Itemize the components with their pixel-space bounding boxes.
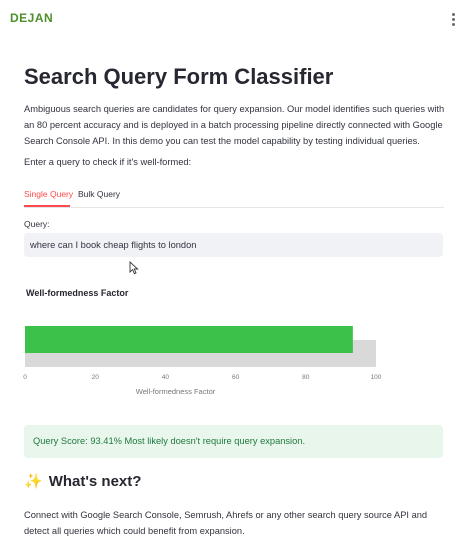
x-tick-label: 20 <box>92 374 100 381</box>
x-tick-label: 100 <box>371 374 382 381</box>
kebab-menu-icon[interactable] <box>452 13 456 27</box>
tab-bulk-query[interactable]: Bulk Query <box>78 189 120 199</box>
query-prompt: Enter a query to check if it's well-form… <box>24 157 192 167</box>
whats-next-paragraph: Connect with Google Search Console, Semr… <box>24 510 428 536</box>
bar-value <box>25 326 353 353</box>
query-label: Query: <box>24 219 50 229</box>
sparkles-icon: ✨ <box>24 473 43 490</box>
top-bar: DEJAN <box>0 0 474 36</box>
result-alert: Query Score: 93.41% Most likely doesn't … <box>24 425 443 458</box>
chart-title: Well-formedness Factor <box>26 288 129 298</box>
x-tick-label: 40 <box>162 374 170 381</box>
x-axis-label: Well-formedness Factor <box>136 387 216 396</box>
whats-next-title: What's next? <box>48 473 142 490</box>
active-tab-indicator <box>24 205 70 207</box>
x-tick-label: 60 <box>232 374 240 381</box>
x-tick-label: 0 <box>23 374 27 381</box>
intro-paragraph: Ambiguous search queries are candidates … <box>24 104 445 146</box>
mouse-pointer-icon <box>129 261 139 275</box>
whats-next-heading: ✨ What's next? <box>24 472 141 490</box>
x-tick-label: 80 <box>302 374 310 381</box>
well-formedness-chart: 0 20 40 60 80 100 Well-formedness Factor <box>23 326 382 396</box>
logo: DEJAN <box>10 11 54 25</box>
page-title: Search Query Form Classifier <box>24 64 334 89</box>
tab-single-query[interactable]: Single Query <box>24 189 73 199</box>
query-input[interactable] <box>24 233 443 257</box>
tab-bar: Single Query Bulk Query <box>24 187 444 208</box>
